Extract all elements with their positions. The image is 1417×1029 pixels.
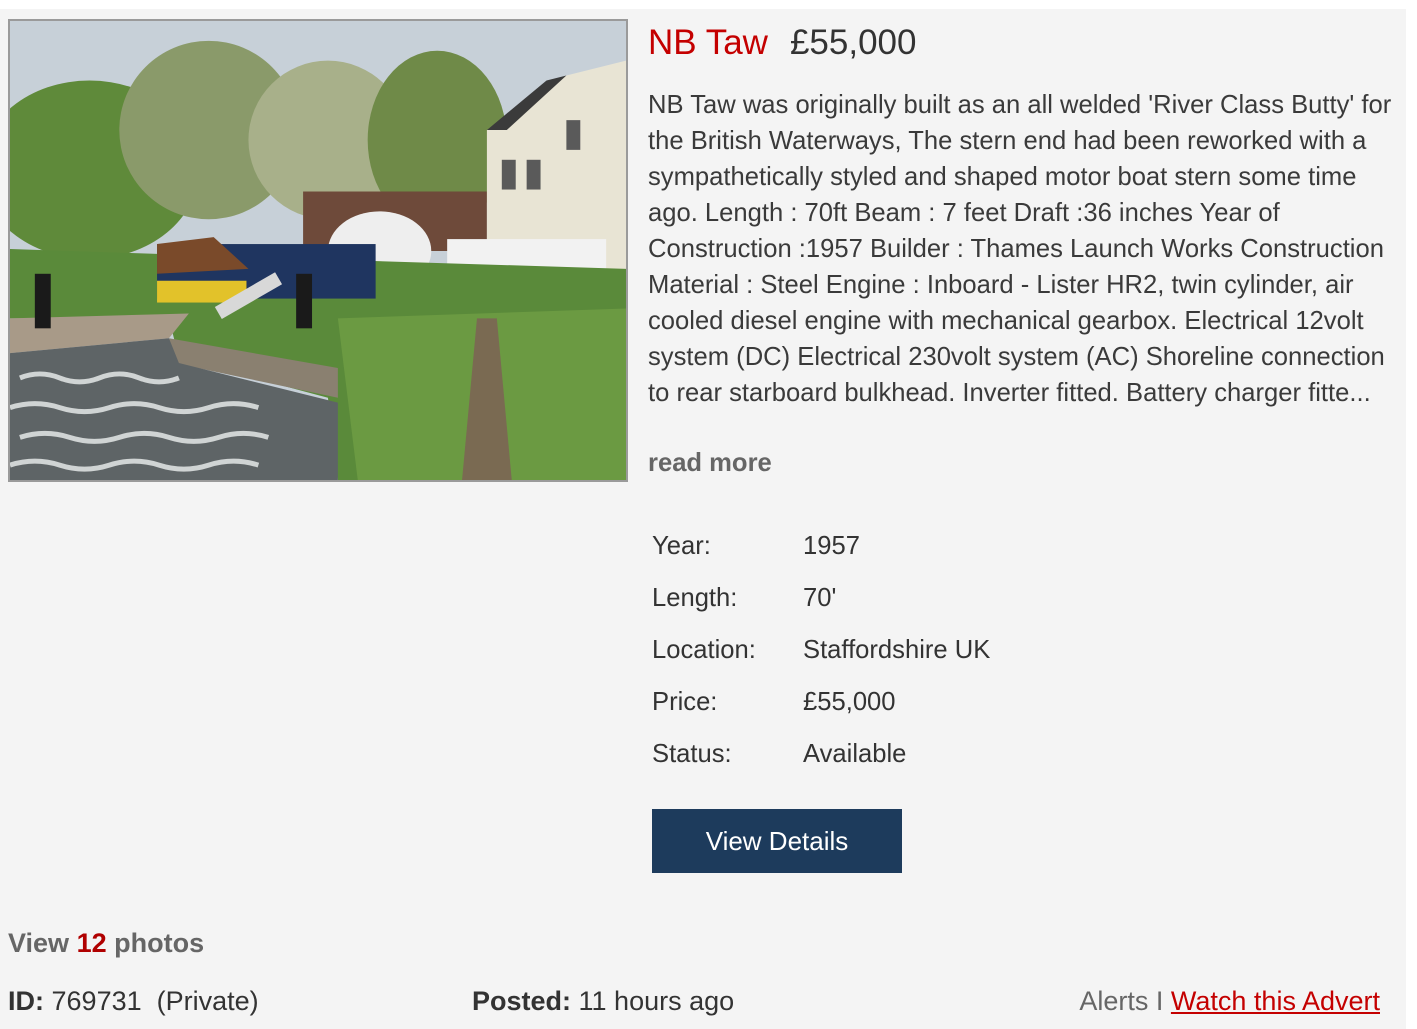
id-value: 769731	[51, 986, 142, 1016]
canal-narrowboat-photo	[10, 21, 626, 480]
spec-value: 70'	[803, 583, 837, 612]
spec-value: 1957	[803, 531, 860, 560]
spec-label: Length:	[652, 583, 738, 612]
alerts-separator: I	[1155, 986, 1164, 1016]
read-more-link[interactable]: read more	[648, 445, 772, 481]
posted-value: 11 hours ago	[578, 986, 735, 1016]
listing-photo[interactable]	[8, 19, 628, 482]
boat-name[interactable]: NB Taw	[648, 23, 768, 62]
alerts-area: Alerts I Watch this Advert	[1079, 981, 1380, 1021]
photos-suffix: photos	[114, 928, 205, 958]
spec-label: Status:	[652, 739, 732, 768]
posted-label: Posted:	[472, 986, 572, 1016]
spec-row: Location: Staffordshire UK	[652, 624, 990, 676]
spec-row: Price: £55,000	[652, 676, 990, 728]
view-photos-link[interactable]: View 12 photos	[8, 923, 204, 963]
spec-row: Status: Available	[652, 728, 990, 780]
alerts-label: Alerts	[1079, 986, 1149, 1016]
listing-description: NB Taw was originally built as an all we…	[648, 91, 1392, 407]
spec-row: Year: 1957	[652, 520, 990, 572]
spec-value: Available	[803, 739, 907, 768]
id-label: ID:	[8, 986, 44, 1016]
photos-prefix: View	[8, 928, 70, 958]
specs-table: Year: 1957 Length: 70' Location: Staffor…	[652, 520, 990, 780]
listing-title: NB Taw £55,000	[648, 21, 917, 65]
photo-count: 12	[76, 928, 107, 958]
spec-label: Price:	[652, 687, 718, 716]
spec-value: Staffordshire UK	[803, 635, 991, 664]
seller-type: (Private)	[156, 986, 259, 1016]
advert-id: ID: 769731 (Private)	[8, 981, 259, 1021]
spec-row: Length: 70'	[652, 572, 990, 624]
spec-value: £55,000	[803, 687, 896, 716]
spec-label: Year:	[652, 531, 711, 560]
watch-advert-link[interactable]: Watch this Advert	[1171, 986, 1380, 1016]
view-details-button[interactable]: View Details	[652, 809, 902, 873]
posted-info: Posted: 11 hours ago	[472, 981, 734, 1021]
spec-label: Location:	[652, 635, 756, 664]
listing-card: NB Taw £55,000 NB Taw was originally buil…	[0, 9, 1406, 1029]
listing-price: £55,000	[789, 23, 917, 62]
